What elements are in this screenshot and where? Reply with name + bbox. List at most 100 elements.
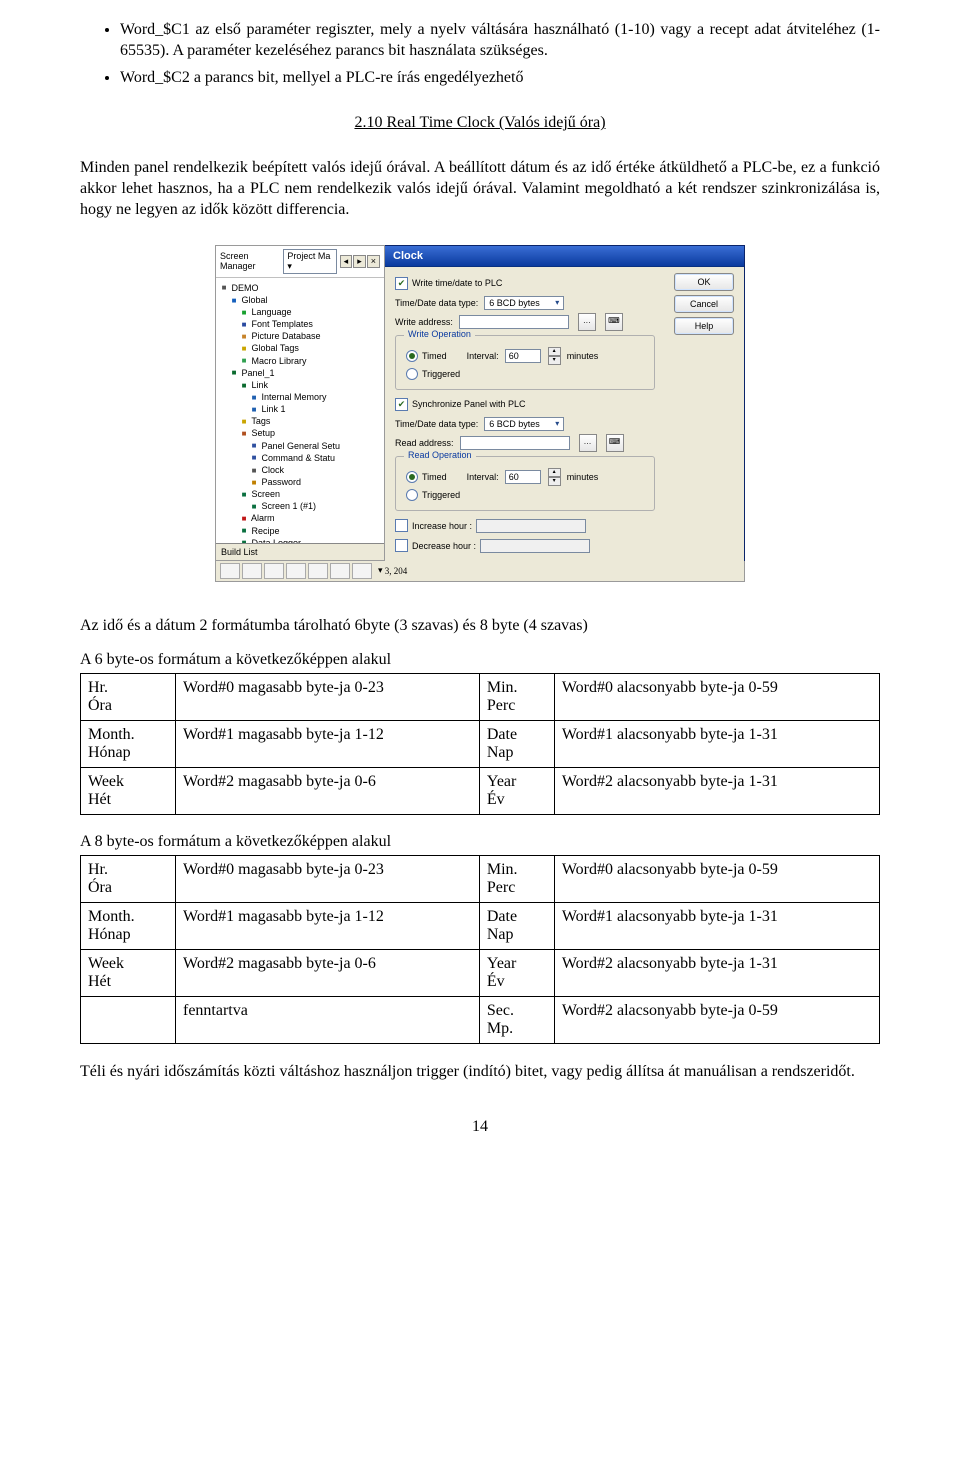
table-cell: YearÉv — [479, 949, 554, 996]
interval-units: minutes — [567, 351, 599, 361]
project-dropdown[interactable]: Project Ma ▾ — [283, 249, 336, 274]
table-cell: Word#0 magasabb byte-ja 0-23 — [176, 855, 480, 902]
tree-node[interactable]: ■ Alarm — [219, 512, 381, 524]
triggered-radio[interactable] — [406, 368, 418, 380]
timedate-type-select-2[interactable]: 6 BCD bytes▾ — [484, 417, 564, 431]
tree-node-icon: ■ — [229, 296, 239, 306]
table-cell: WeekHét — [81, 767, 176, 814]
address-key-icon[interactable]: ⌨ — [606, 434, 624, 452]
table-cell: YearÉv — [479, 767, 554, 814]
tree-node[interactable]: ■ Macro Library — [219, 355, 381, 367]
tree-node-icon: ■ — [239, 417, 249, 427]
nav-prev-icon[interactable]: ◂ — [340, 255, 353, 268]
tree-node[interactable]: ■ Font Templates — [219, 318, 381, 330]
toolbar-button[interactable] — [264, 563, 284, 579]
table-cell: DateNap — [479, 720, 554, 767]
tree-node-icon: ■ — [239, 526, 249, 536]
bullet-list: Word_$C1 az első paraméter regiszter, me… — [120, 20, 880, 88]
ok-button[interactable]: OK — [674, 273, 734, 291]
nav-next-icon[interactable]: ▸ — [353, 255, 366, 268]
tree-node[interactable]: ■ Picture Database — [219, 330, 381, 342]
tree-node[interactable]: ■ Panel General Setu — [219, 440, 381, 452]
tree-node-icon: ■ — [249, 478, 259, 488]
toolbar-button[interactable] — [330, 563, 350, 579]
timedate-type-label: Time/Date data type: — [395, 298, 478, 308]
decrease-hour-checkbox[interactable] — [395, 539, 408, 552]
clock-dialog-screenshot: Screen Manager Project Ma ▾ ◂ ▸ × ■ DEMO… — [80, 245, 880, 582]
table-cell: WeekHét — [81, 949, 176, 996]
interval-units-2: minutes — [567, 472, 599, 482]
table-cell: Min.Perc — [479, 855, 554, 902]
table-6byte: Hr.ÓraWord#0 magasabb byte-ja 0-23Min.Pe… — [80, 673, 880, 815]
tree-node[interactable]: ■ Link — [219, 379, 381, 391]
address-key-icon[interactable]: ⌨ — [605, 313, 623, 331]
sync-checkbox[interactable]: ✔ — [395, 398, 408, 411]
close-icon[interactable]: × — [367, 255, 380, 268]
tree-node-icon: ■ — [239, 344, 249, 354]
toolbar-button[interactable] — [352, 563, 372, 579]
table-cell: Word#2 magasabb byte-ja 0-6 — [176, 767, 480, 814]
tree-node-icon: ■ — [249, 441, 259, 451]
stepper-down-icon[interactable]: ▾ — [548, 356, 561, 365]
table-cell: Word#1 alacsonyabb byte-ja 1-31 — [554, 720, 879, 767]
toolbar-button[interactable] — [308, 563, 328, 579]
tree-node-icon: ■ — [239, 320, 249, 330]
interval-input[interactable]: 60 — [505, 349, 541, 363]
tree-node[interactable]: ■ Tags — [219, 415, 381, 427]
tree-node[interactable]: ■ Language — [219, 306, 381, 318]
timed-radio[interactable] — [406, 350, 418, 362]
table-cell: Word#0 alacsonyabb byte-ja 0-59 — [554, 673, 879, 720]
tree-node-icon: ■ — [249, 466, 259, 476]
tree-node[interactable]: ■ Panel_1 — [219, 367, 381, 379]
timed-radio-2[interactable] — [406, 471, 418, 483]
tree-node[interactable]: ■ Screen 1 (#1) — [219, 500, 381, 512]
tree-node[interactable]: ■ Global — [219, 294, 381, 306]
tree-node[interactable]: ■ Global Tags — [219, 342, 381, 354]
write-address-label: Write address: — [395, 317, 453, 327]
table-cell: Sec.Mp. — [479, 996, 554, 1043]
increase-hour-label: Increase hour : — [412, 521, 472, 531]
table-cell: DateNap — [479, 902, 554, 949]
tree-body[interactable]: ■ DEMO■ Global■ Language■ Font Templates… — [216, 278, 384, 543]
interval-input-2[interactable]: 60 — [505, 470, 541, 484]
tree-node[interactable]: ■ Clock — [219, 464, 381, 476]
tree-node[interactable]: ■ Link 1 — [219, 403, 381, 415]
write-timedate-label: Write time/date to PLC — [412, 278, 502, 288]
tree-node-icon: ■ — [239, 381, 249, 391]
address-browse-icon[interactable]: … — [579, 434, 597, 452]
table-cell: Word#2 magasabb byte-ja 0-6 — [176, 949, 480, 996]
address-browse-icon[interactable]: … — [578, 313, 596, 331]
table-8byte: Hr.ÓraWord#0 magasabb byte-ja 0-23Min.Pe… — [80, 855, 880, 1044]
table-cell: Word#2 alacsonyabb byte-ja 1-31 — [554, 767, 879, 814]
interval-label-2: Interval: — [467, 472, 499, 482]
read-address-input[interactable] — [460, 436, 570, 450]
timedate-type-select[interactable]: 6 BCD bytes▾ — [484, 296, 564, 310]
tree-node[interactable]: ■ Internal Memory — [219, 391, 381, 403]
tree-node-icon: ■ — [239, 429, 249, 439]
tree-node[interactable]: ■ Recipe — [219, 525, 381, 537]
dialog-titlebar: Clock — [385, 246, 744, 267]
stepper-up-icon[interactable]: ▴ — [548, 468, 561, 477]
cancel-button[interactable]: Cancel — [674, 295, 734, 313]
section-heading: 2.10 Real Time Clock (Valós idejű óra) — [80, 114, 880, 132]
tree-node[interactable]: ■ Password — [219, 476, 381, 488]
stepper-up-icon[interactable]: ▴ — [548, 347, 561, 356]
triggered-radio-2[interactable] — [406, 489, 418, 501]
build-list-header[interactable]: Build List — [216, 543, 384, 560]
tree-node[interactable]: ■ Command & Statu — [219, 452, 381, 464]
bullet-item: Word_$C1 az első paraméter regiszter, me… — [120, 20, 880, 62]
tree-node-icon: ■ — [239, 356, 249, 366]
write-timedate-checkbox[interactable]: ✔ — [395, 277, 408, 290]
project-tree-panel: Screen Manager Project Ma ▾ ◂ ▸ × ■ DEMO… — [215, 245, 385, 561]
tree-node[interactable]: ■ DEMO — [219, 282, 381, 294]
tree-node[interactable]: ■ Screen — [219, 488, 381, 500]
tree-node[interactable]: ■ Setup — [219, 427, 381, 439]
toolbar-button[interactable] — [220, 563, 240, 579]
page-number: 14 — [80, 1118, 880, 1136]
help-button[interactable]: Help — [674, 317, 734, 335]
write-address-input[interactable] — [459, 315, 569, 329]
toolbar-button[interactable] — [286, 563, 306, 579]
stepper-down-icon[interactable]: ▾ — [548, 477, 561, 486]
toolbar-button[interactable] — [242, 563, 262, 579]
increase-hour-checkbox[interactable] — [395, 519, 408, 532]
